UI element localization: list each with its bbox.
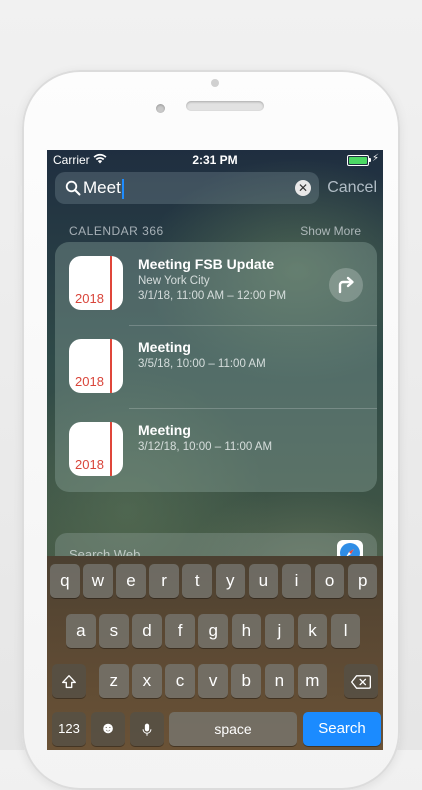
key-t[interactable]: t [182,564,212,598]
backspace-icon [350,674,371,689]
calendar-app-icon: 2018 [69,256,123,310]
key-s[interactable]: s [99,614,129,648]
result-title: Meeting [138,422,191,438]
directions-button[interactable] [329,268,363,302]
space-key[interactable]: space [169,712,297,746]
clock: 2:31 PM [192,153,238,167]
key-e[interactable]: e [116,564,146,598]
calendar-icon-year: 2018 [75,457,104,472]
numbers-key[interactable]: 123 [52,712,86,746]
section-header: CALENDAR 366 Show More [69,224,361,238]
search-icon [65,180,81,196]
delete-key[interactable] [344,664,378,698]
key-g[interactable]: g [198,614,228,648]
result-title: Meeting FSB Update [138,256,275,272]
list-item[interactable]: 2018 Meeting 3/12/18, 10:00 – 11:00 AM [55,408,377,491]
show-more-button[interactable]: Show More [300,224,361,238]
key-c[interactable]: c [165,664,195,698]
key-x[interactable]: x [132,664,162,698]
key-z[interactable]: z [99,664,129,698]
dictation-key[interactable] [130,712,164,746]
key-q[interactable]: q [50,564,80,598]
microphone-icon [142,723,152,736]
search-key[interactable]: Search [303,712,381,746]
clear-search-button[interactable]: ✕ [295,180,311,196]
key-f[interactable]: f [165,614,195,648]
calendar-app-icon: 2018 [69,339,123,393]
key-h[interactable]: h [231,614,262,648]
search-input[interactable]: Meet ✕ [55,172,319,204]
shift-key[interactable] [52,664,86,698]
text-cursor [121,178,124,199]
key-v[interactable]: v [198,664,228,698]
key-d[interactable]: d [132,614,162,648]
emoji-key[interactable]: ☻ [91,712,125,746]
section-title: CALENDAR 366 [69,224,164,238]
key-p[interactable]: p [347,564,378,598]
result-datetime: 3/5/18, 10:00 – 11:00 AM [138,358,266,370]
key-l[interactable]: l [330,614,361,648]
mute-switch [18,185,22,213]
key-y[interactable]: y [215,564,246,598]
front-camera [211,79,219,87]
phone-screen: Carrier 2:31 PM ⚡ Meet ✕ Cancel CALENDAR… [47,150,383,750]
result-title: Meeting [138,339,191,355]
key-n[interactable]: n [264,664,295,698]
result-datetime: 3/12/18, 10:00 – 11:00 AM [138,441,273,453]
shift-arrow-icon [62,674,76,688]
key-w[interactable]: w [83,564,113,598]
key-k[interactable]: k [297,614,328,648]
key-u[interactable]: u [248,564,279,598]
status-bar: Carrier 2:31 PM ⚡ [47,150,383,170]
earpiece-speaker [186,101,264,111]
calendar-icon-year: 2018 [75,374,104,389]
key-r[interactable]: r [149,564,179,598]
turn-right-arrow-icon [338,276,354,294]
key-a[interactable]: a [66,614,96,648]
result-datetime: 3/1/18, 11:00 AM – 12:00 PM [138,290,287,302]
key-o[interactable]: o [314,564,345,598]
key-b[interactable]: b [231,664,261,698]
bolt-icon: ⚡ [371,153,379,164]
proximity-sensor [156,104,165,113]
key-j[interactable]: j [264,614,295,648]
cancel-button[interactable]: Cancel [327,179,377,197]
key-i[interactable]: i [281,564,312,598]
battery-icon [347,155,371,166]
result-location: New York City [138,275,210,287]
keyboard: qwertyuiop asdfghjkl zxcvbnm 123 ☻ space… [47,556,383,750]
search-row: Meet ✕ Cancel [47,172,383,204]
calendar-app-icon: 2018 [69,422,123,476]
search-input-text: Meet [83,178,124,199]
list-item[interactable]: 2018 Meeting FSB Update New York City 3/… [55,242,377,325]
calendar-icon-year: 2018 [75,291,104,306]
calendar-results: 2018 Meeting FSB Update New York City 3/… [55,242,377,492]
key-m[interactable]: m [297,664,328,698]
list-item[interactable]: 2018 Meeting 3/5/18, 10:00 – 11:00 AM [55,325,377,408]
